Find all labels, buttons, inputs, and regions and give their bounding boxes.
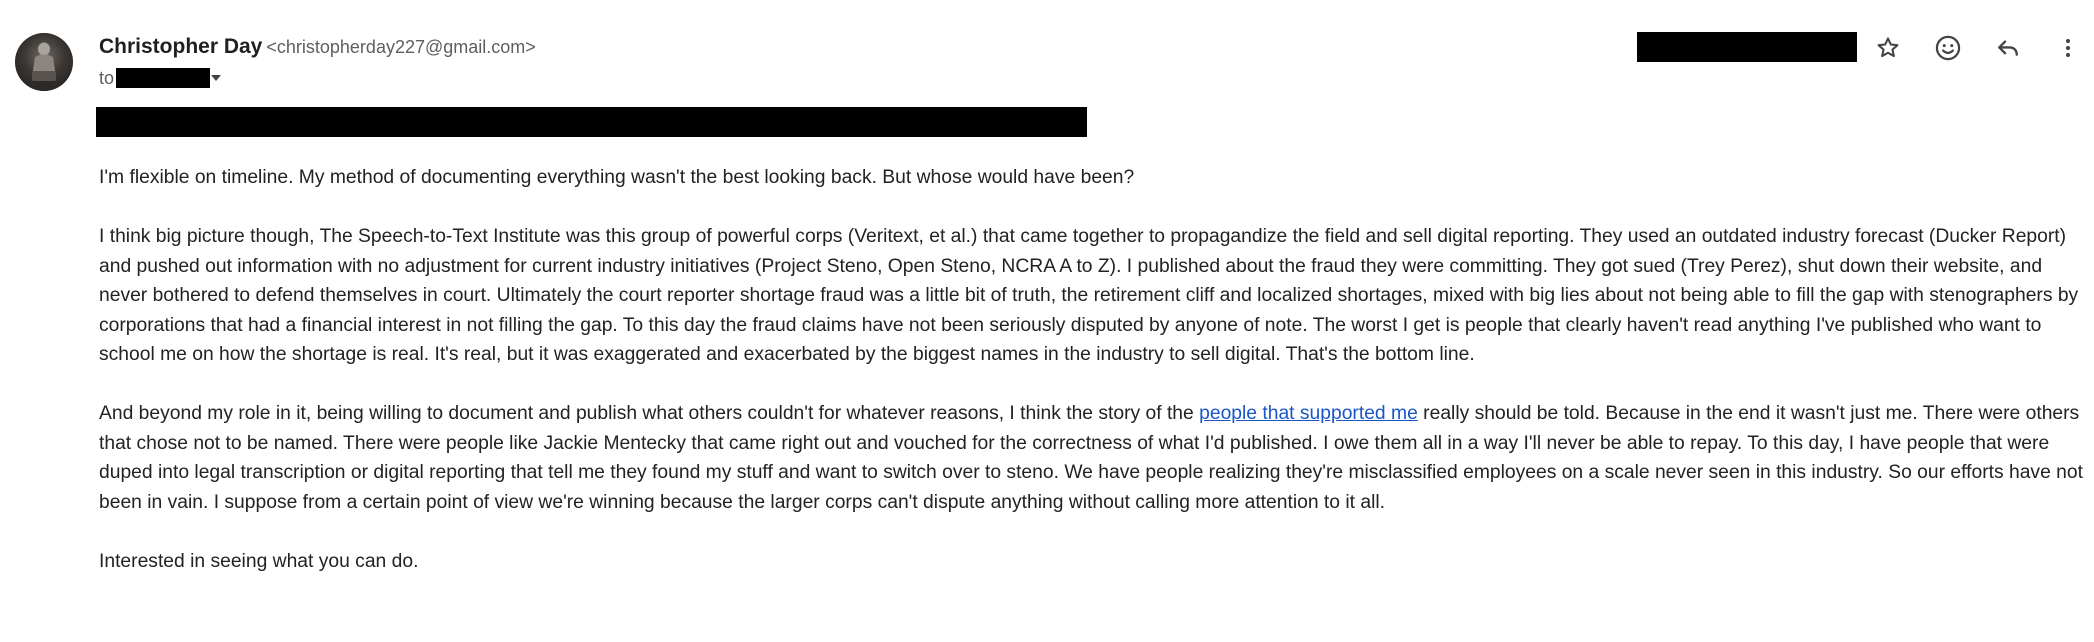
sender-line: Christopher Day <christopherday227@gmail.… (99, 33, 536, 63)
sender-email: <christopherday227@gmail.com> (266, 37, 536, 57)
message-header: Christopher Day <christopherday227@gmail.… (99, 33, 536, 88)
sender-name[interactable]: Christopher Day (99, 35, 262, 58)
redacted-recipient (116, 68, 211, 88)
emoji-icon (1935, 35, 1961, 61)
avatar-figure-icon (29, 42, 59, 91)
body-paragraph-3: And beyond my role in it, being willing … (99, 399, 2089, 517)
redacted-subject (96, 107, 1087, 137)
reply-icon (1998, 40, 2018, 56)
reply-button[interactable] (1988, 28, 2028, 68)
body-paragraph-3-start: And beyond my role in it, being willing … (99, 403, 1200, 424)
star-icon (1877, 37, 1899, 58)
recipient-details-chevron-down-icon[interactable] (211, 75, 222, 81)
to-label: to (99, 67, 115, 88)
message-body: I'm flexible on timeline. My method of d… (99, 163, 2089, 606)
more-vert-icon (2066, 39, 2070, 57)
body-paragraph-1: I'm flexible on timeline. My method of d… (99, 167, 1135, 188)
add-reaction-button[interactable] (1928, 28, 1968, 68)
recipient-line: to (99, 66, 222, 90)
star-button[interactable] (1868, 28, 1908, 68)
supporters-link[interactable]: people that supported me (1199, 403, 1418, 424)
redacted-date (1637, 32, 1857, 62)
sender-avatar[interactable] (15, 33, 73, 91)
body-paragraph-4: Interested in seeing what you can do. (99, 550, 419, 572)
body-paragraph-2: I think big picture though, The Speech-t… (99, 226, 2079, 365)
more-options-button[interactable] (2048, 28, 2088, 68)
